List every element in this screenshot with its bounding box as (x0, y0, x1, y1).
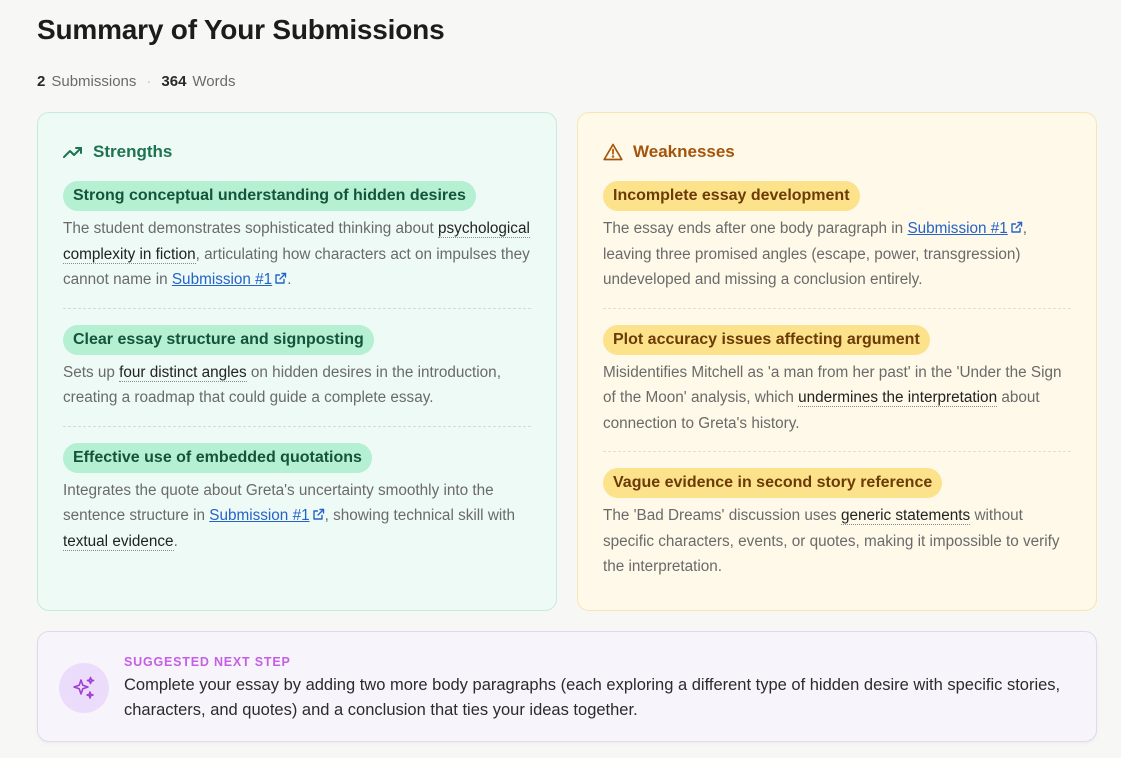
suggested-next-step-card: SUGGESTED NEXT STEP Complete your essay … (37, 631, 1097, 742)
description-text: , showing technical skill with (324, 507, 516, 524)
weakness-item-title: Vague evidence in second story reference (603, 468, 943, 498)
weakness-item-title: Incomplete essay development (603, 181, 860, 211)
external-link-icon[interactable] (274, 272, 287, 285)
sparkles-icon (73, 676, 95, 699)
highlighted-phrase[interactable]: generic statements (840, 507, 971, 525)
strength-item: Clear essay structure and signposting Se… (63, 324, 531, 427)
strength-item-title: Strong conceptual understanding of hidde… (63, 181, 476, 211)
strength-item: Strong conceptual understanding of hidde… (63, 181, 531, 309)
strength-item-description: Integrates the quote about Greta's uncer… (63, 478, 531, 555)
weakness-item-description: The 'Bad Dreams' discussion uses generic… (603, 503, 1071, 580)
page-title: Summary of Your Submissions (37, 14, 445, 45)
description-text: The student demonstrates sophisticated t… (63, 220, 439, 237)
weaknesses-header: Weaknesses (603, 141, 1071, 163)
strengths-header: Strengths (63, 141, 531, 163)
weakness-item: Vague evidence in second story reference… (603, 468, 1071, 595)
weakness-item-description: Misidentifies Mitchell as 'a man from he… (603, 360, 1071, 437)
words-count: 364 (161, 73, 187, 90)
highlighted-phrase[interactable]: four distinct angles (119, 363, 247, 382)
submission-link[interactable]: Submission #1 (907, 220, 1007, 237)
weakness-item-description: The essay ends after one body paragraph … (603, 216, 1071, 293)
weakness-item: Incomplete essay development The essay e… (603, 181, 1071, 309)
submissions-count: 2 (37, 73, 46, 90)
strengths-card: Strengths Strong conceptual understandin… (37, 112, 557, 611)
stats-separator: · (146, 73, 152, 90)
next-step-label: SUGGESTED NEXT STEP (124, 655, 291, 669)
words-label: Words (192, 73, 236, 90)
submission-link[interactable]: Submission #1 (209, 507, 309, 524)
sparkles-badge (59, 663, 109, 713)
highlighted-phrase[interactable]: textual evidence (63, 532, 174, 551)
strengths-title: Strengths (93, 142, 173, 161)
description-text: Sets up (63, 363, 120, 381)
trending-up-icon (63, 147, 82, 158)
strength-item-description: Sets up four distinct angles on hidden d… (63, 360, 531, 411)
warning-triangle-icon (603, 143, 623, 161)
submission-stats: 2 Submissions · 364 Words (37, 73, 236, 90)
description-text: The 'Bad Dreams' discussion uses (603, 507, 841, 524)
submission-link[interactable]: Submission #1 (172, 271, 272, 288)
description-text: . (287, 271, 292, 288)
strength-item-title: Clear essay structure and signposting (63, 324, 374, 355)
external-link-icon[interactable] (312, 508, 325, 521)
next-step-text: Complete your essay by adding two more b… (124, 676, 1061, 719)
submissions-label: Submissions (51, 73, 137, 90)
description-text: The essay ends after one body paragraph … (603, 220, 908, 237)
description-text: . (173, 532, 178, 550)
weaknesses-card: Weaknesses Incomplete essay development … (577, 112, 1097, 611)
strength-item-title: Effective use of embedded quotations (63, 442, 372, 473)
strength-item-description: The student demonstrates sophisticated t… (63, 216, 531, 293)
weakness-item-title: Plot accuracy issues affecting argument (603, 324, 930, 355)
strength-item: Effective use of embedded quotations Int… (63, 442, 531, 570)
external-link-icon[interactable] (1010, 221, 1023, 234)
weakness-item: Plot accuracy issues affecting argument … (603, 324, 1071, 452)
weaknesses-title: Weaknesses (633, 142, 735, 161)
highlighted-phrase[interactable]: undermines the interpretation (798, 389, 998, 407)
